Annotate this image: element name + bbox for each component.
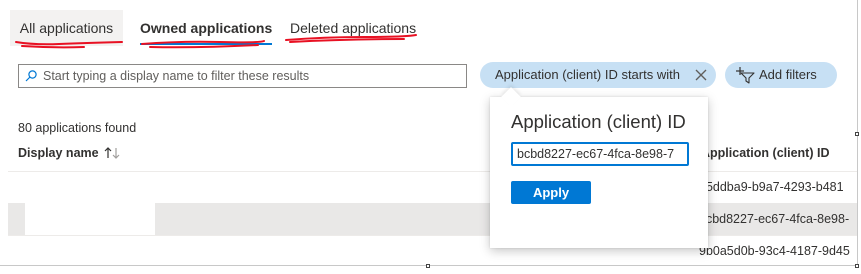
filter-popup: Application (client) ID Apply xyxy=(490,87,708,248)
apply-button[interactable]: Apply xyxy=(511,181,591,204)
tab-owned-applications[interactable]: Owned applications xyxy=(140,10,273,46)
tab-owned-applications-label: Owned applications xyxy=(140,20,273,36)
resize-handle xyxy=(855,132,859,136)
resize-handle xyxy=(426,264,430,268)
app-registrations-panel: All applications Owned applications Dele… xyxy=(0,0,858,266)
add-filters-label: Add filters xyxy=(759,67,817,82)
sort-icon[interactable] xyxy=(103,145,123,161)
filter-pill-label: Application (client) ID starts with xyxy=(495,67,680,82)
active-tab-indicator xyxy=(140,43,273,45)
filter-pill-app-id[interactable]: Application (client) ID starts with xyxy=(480,62,716,88)
search-box[interactable] xyxy=(18,64,467,88)
tab-all-applications[interactable]: All applications xyxy=(10,10,123,46)
column-header-display-name[interactable]: Display name xyxy=(18,146,99,160)
tab-deleted-applications-label: Deleted applications xyxy=(290,20,417,36)
tab-all-applications-label: All applications xyxy=(19,20,114,36)
column-header-app-id[interactable]: Application (client) ID xyxy=(701,146,829,160)
table-row-app-id[interactable]: 9b0a5d0b-93c4-4187-9d45 xyxy=(699,244,850,258)
resize-handle xyxy=(855,264,859,268)
results-count: 80 applications found xyxy=(18,121,137,135)
add-filter-icon xyxy=(736,67,755,84)
close-icon[interactable] xyxy=(694,68,708,82)
search-icon xyxy=(25,70,37,82)
tab-deleted-applications[interactable]: Deleted applications xyxy=(290,10,416,46)
add-filters-button[interactable]: Add filters xyxy=(725,62,837,88)
redacted-display-name xyxy=(25,236,155,265)
popup-beak xyxy=(501,87,521,107)
app-id-filter-input[interactable] xyxy=(511,142,689,166)
redacted-display-name xyxy=(25,172,155,202)
search-input[interactable] xyxy=(43,65,458,87)
redacted-display-name xyxy=(25,203,155,235)
table-row-app-id[interactable]: 25ddba9-b9a7-4293-b481 xyxy=(699,180,844,194)
popup-title: Application (client) ID xyxy=(511,111,686,132)
table-row-app-id[interactable]: bcbd8227-ec67-4fca-8e98- xyxy=(699,212,849,226)
